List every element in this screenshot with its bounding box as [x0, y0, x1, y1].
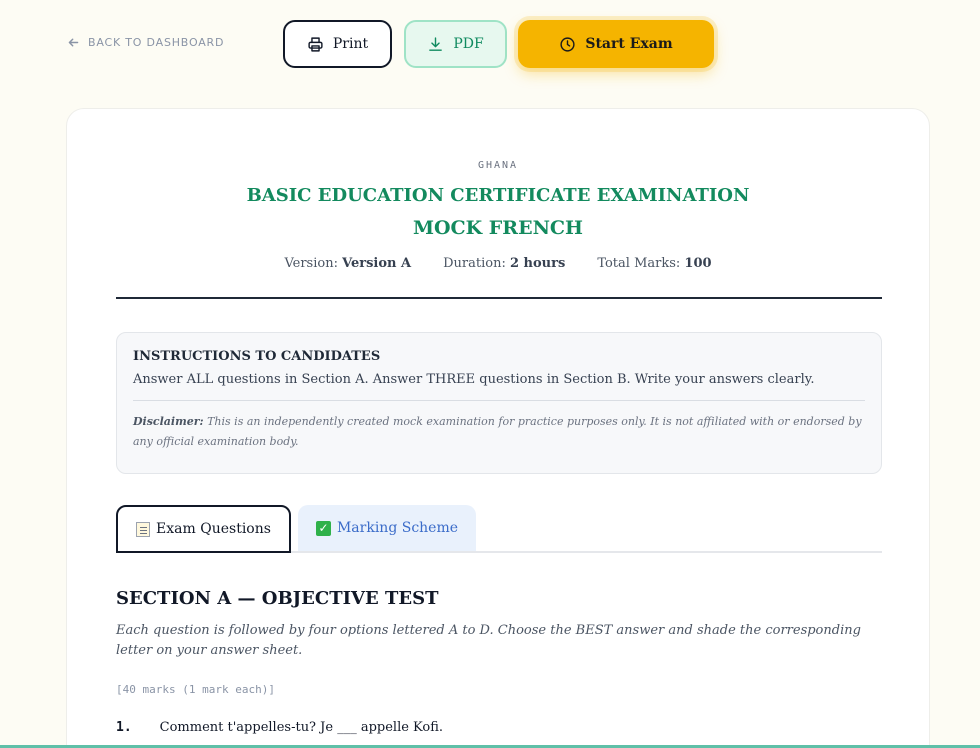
question-item: 1. Comment t'appelles-tu? Je ___ appelle… — [116, 720, 443, 735]
clock-icon — [560, 36, 575, 52]
instructions-box: INSTRUCTIONS TO CANDIDATES Answer ALL qu… — [116, 332, 882, 474]
pdf-label: PDF — [453, 36, 484, 52]
disclaimer: Disclaimer: This is an independently cre… — [133, 412, 865, 452]
instructions-text: Answer ALL questions in Section A. Answe… — [133, 372, 815, 387]
arrow-left-icon — [68, 38, 79, 47]
back-label: BACK TO DASHBOARD — [88, 36, 225, 49]
disclaimer-text: This is an independently created mock ex… — [133, 415, 862, 448]
section-title: SECTION A — OBJECTIVE TEST — [116, 588, 439, 609]
instructions-divider — [133, 400, 865, 401]
section-description: Each question is followed by four option… — [116, 623, 861, 658]
section-marks-note: [40 marks (1 mark each)] — [116, 683, 275, 696]
start-exam-label: Start Exam — [585, 36, 673, 52]
pdf-button[interactable]: PDF — [404, 20, 507, 68]
version-info: Version: Version A — [284, 256, 411, 271]
country-label: GHANA — [477, 160, 519, 171]
instructions-title: INSTRUCTIONS TO CANDIDATES — [133, 349, 381, 364]
print-button[interactable]: Print — [283, 20, 392, 68]
question-text: Comment t'appelles-tu? Je ___ appelle Ko… — [159, 720, 444, 735]
duration-value: 2 hours — [509, 256, 566, 271]
exam-title: BASIC EDUCATION CERTIFICATE EXAMINATION — [246, 185, 750, 206]
tab-exam-questions[interactable]: Exam Questions — [116, 505, 291, 553]
exam-card: GHANA BASIC EDUCATION CERTIFICATE EXAMIN… — [66, 108, 930, 748]
tab-exam-label: Exam Questions — [156, 521, 271, 537]
exam-subtitle: MOCK FRENCH — [412, 217, 584, 239]
duration-info: Duration: 2 hours — [443, 256, 565, 271]
printer-icon — [308, 36, 323, 52]
download-icon — [429, 36, 443, 51]
print-label: Print — [332, 36, 369, 52]
version-label: Version: — [284, 256, 338, 271]
exam-meta: Version: Version A Duration: 2 hours Tot… — [67, 256, 929, 271]
duration-label: Duration: — [443, 256, 506, 271]
start-exam-button[interactable]: Start Exam — [518, 20, 714, 68]
marks-value: 100 — [684, 256, 712, 271]
disclaimer-label: Disclaimer: — [133, 415, 204, 428]
question-number: 1. — [116, 720, 132, 735]
tab-marking-scheme[interactable]: ✓ Marking Scheme — [298, 505, 476, 553]
tab-bar: Exam Questions ✓ Marking Scheme — [116, 505, 882, 553]
total-marks-info: Total Marks: 100 — [597, 256, 711, 271]
check-mark-icon: ✓ — [315, 520, 331, 536]
header-divider — [116, 297, 882, 299]
top-bar: BACK TO DASHBOARD Print PDF Start Exam — [0, 0, 980, 90]
marks-label: Total Marks: — [597, 256, 681, 271]
back-to-dashboard-link[interactable]: BACK TO DASHBOARD — [67, 36, 224, 49]
version-value: Version A — [342, 256, 412, 271]
tab-marking-label: Marking Scheme — [336, 520, 459, 536]
memo-icon — [136, 521, 151, 537]
